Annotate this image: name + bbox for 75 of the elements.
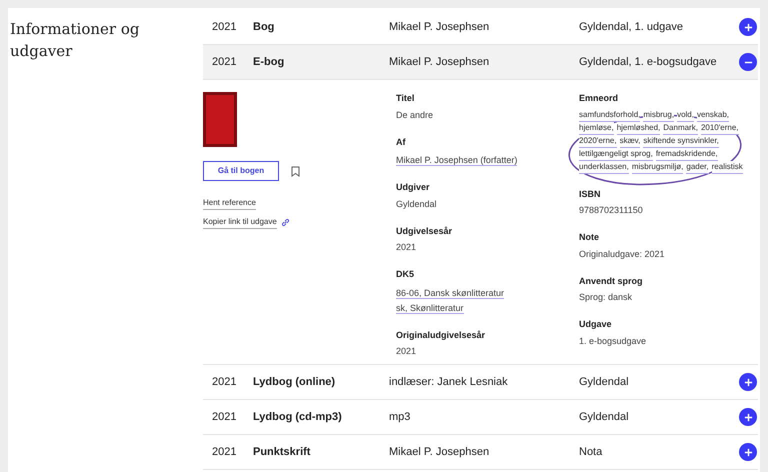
subject-link[interactable]: misbrug, [643, 108, 674, 122]
field-label: Af [396, 136, 406, 148]
field-label: Originaludgivelsesår [396, 328, 486, 342]
subject-link[interactable]: skiftende synsvinkler, [643, 134, 719, 148]
publisher-cell-text: Gyldendal [579, 374, 630, 390]
field-value: De andre [396, 108, 434, 122]
bookmark-icon[interactable] [291, 166, 300, 176]
field-label: ISBN [579, 188, 602, 200]
plus-icon [744, 412, 752, 422]
field-label: Udgivelsesår [396, 224, 454, 238]
subject-link[interactable]: fremadskridende, [656, 148, 718, 160]
field-label: Titel [396, 92, 416, 105]
collapse-button[interactable] [739, 53, 757, 71]
field-value: 2021 [396, 241, 418, 254]
field-value: 2021 [396, 345, 418, 358]
subject-link[interactable]: Danmark, [663, 122, 698, 134]
contributor-cell-text: Mikael P. Josephsen [389, 54, 490, 70]
field-value: 9788702311150 [579, 204, 644, 217]
subject-link[interactable]: 2020'erne, [579, 134, 617, 148]
publisher-cell-text: Gyldendal, 1. e-bogsudgave [579, 54, 718, 70]
expand-button[interactable] [739, 408, 757, 426]
year-cell-text: 2021 [211, 410, 238, 425]
field-value: Originaludgave: 2021 [579, 248, 666, 260]
subject-link[interactable]: 2010'erne, [700, 122, 739, 134]
contributor-cell-text: mp3 [389, 410, 412, 425]
year-cell-text: 2021 [211, 444, 238, 460]
publisher-cell-text: Gyldendal [579, 410, 630, 425]
subject-link[interactable]: gader, [686, 160, 709, 174]
copy-link[interactable]: Kopier link til udgave [203, 216, 277, 229]
field-label: Udgiver [396, 181, 431, 194]
expand-button[interactable] [739, 18, 757, 36]
plus-icon [744, 22, 752, 32]
subject-link[interactable]: lettilgængeligt sprog, [579, 148, 653, 160]
plus-icon [744, 448, 752, 456]
contributor-cell-text: Mikael P. Josephsen [389, 444, 490, 460]
field-link[interactable]: Mikael P. Josephsen (forfatter) [396, 155, 518, 166]
plus-icon [744, 378, 752, 386]
type-cell-text: Punktskrift [253, 444, 312, 460]
field-link[interactable]: sk, Skønlitteratur [396, 302, 464, 314]
subject-link[interactable]: misbrugsmiljø, [632, 160, 684, 174]
subject-link[interactable]: venskab, [696, 108, 729, 122]
field-value: Gyldendal [396, 198, 438, 210]
publisher-cell-text: Nota [579, 444, 604, 460]
reference-link[interactable]: Hent reference [203, 197, 256, 210]
year-cell-text: 2021 [211, 54, 238, 70]
type-cell-text: E-bog [253, 54, 286, 70]
field-value: 1. e-bogsudgave [579, 334, 648, 348]
field-link[interactable]: 86-06, Dansk skønlitteratur [396, 288, 504, 298]
type-cell-text: Lydbog (online) [253, 374, 336, 390]
field-label: Note [579, 231, 600, 244]
go-to-book-button[interactable]: Gå til bogen [203, 161, 279, 181]
field-label: DK5 [396, 268, 416, 281]
field-value: Sprog: dansk [579, 291, 634, 304]
subject-link[interactable]: underklassen, [579, 160, 629, 174]
field-label: Emneord [579, 92, 620, 105]
subject-link[interactable]: realistisk [712, 160, 743, 174]
subject-link[interactable]: samfundsforhold, [579, 108, 640, 122]
link-icon [280, 218, 290, 227]
field-label: Anvendt sprog [579, 274, 644, 288]
field-label: Udgave [579, 318, 613, 331]
book-cover-photo [203, 92, 237, 147]
type-cell-text: Lydbog (cd-mp3) [253, 410, 343, 425]
subject-link[interactable]: hjemløse, [579, 122, 614, 134]
year-cell-text: 2021 [211, 20, 238, 35]
expand-button[interactable] [739, 373, 757, 391]
type-cell-text: Bog [253, 20, 276, 35]
year-cell-text: 2021 [211, 374, 238, 390]
contributor-cell-text: Mikael P. Josephsen [389, 20, 490, 35]
contributor-cell-text: indlæser: Janek Lesniak [389, 374, 509, 390]
subject-link[interactable]: vold, [677, 108, 694, 122]
subject-link[interactable]: hjemløshed, [616, 122, 660, 134]
publisher-cell-text: Gyldendal, 1. udgave [579, 20, 684, 35]
section-heading: Informationer og udgaver [10, 19, 140, 62]
expand-button[interactable] [739, 443, 757, 461]
subject-link[interactable]: skæv, [620, 134, 640, 148]
